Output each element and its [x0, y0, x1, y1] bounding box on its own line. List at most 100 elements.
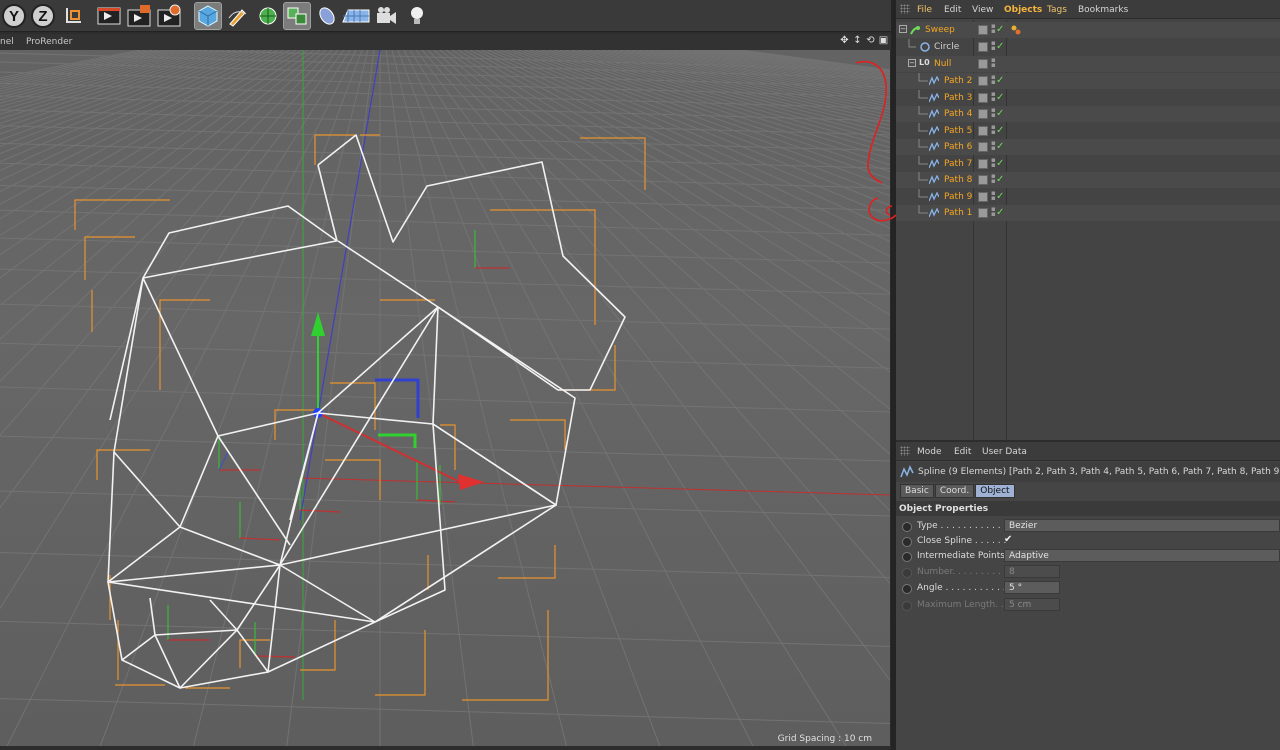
enabled-check-icon[interactable]: ✓: [996, 158, 1004, 169]
animate-radio[interactable]: [902, 584, 912, 594]
object-row-path[interactable]: Path 4 ▪ ▪ ✓: [896, 106, 1280, 122]
animate-radio[interactable]: [902, 522, 912, 532]
object-row-path[interactable]: Path 2 ▪ ▪ ✓: [896, 73, 1280, 89]
object-row-path[interactable]: Path 1 ▪ ▪ ✓: [896, 205, 1280, 221]
collapse-toggle-icon[interactable]: −: [899, 25, 907, 33]
coordinate-system-button[interactable]: [59, 2, 87, 30]
editor-render-dots[interactable]: ▪ ▪: [991, 57, 996, 70]
menu-tags[interactable]: Tags: [1047, 5, 1067, 15]
object-row-path[interactable]: Path 8 ▪ ▪ ✓: [896, 172, 1280, 188]
object-row-circle[interactable]: Circle ▪ ▪ ✓: [896, 39, 1280, 55]
object-row-sweep[interactable]: − Sweep ▪ ▪ ✓: [896, 22, 1280, 38]
editor-render-dots[interactable]: ▪ ▪: [991, 74, 996, 87]
enabled-check-icon[interactable]: ✓: [996, 41, 1004, 52]
visibility-toggle[interactable]: [978, 59, 988, 69]
object-row-null[interactable]: − L0 Null ▪ ▪: [896, 56, 1280, 72]
3d-viewport[interactable]: Grid Spacing : 10 cm: [0, 50, 891, 746]
editor-render-dots[interactable]: ▪ ▪: [991, 123, 996, 137]
menu-user-data[interactable]: User Data: [982, 447, 1027, 457]
menu-mode[interactable]: Mode: [917, 447, 942, 457]
pen-spline-button[interactable]: [224, 2, 252, 30]
phong-tag-icon[interactable]: [1011, 25, 1021, 35]
zoom-view-icon[interactable]: ↕: [852, 35, 863, 46]
enabled-check-icon[interactable]: ✓: [996, 75, 1004, 86]
number-input[interactable]: 8: [1004, 565, 1060, 578]
array-object-button[interactable]: [283, 2, 311, 30]
maximum-length-input[interactable]: 5 cm: [1004, 598, 1060, 611]
visibility-toggle[interactable]: [978, 92, 988, 103]
y-axis-toggle-button[interactable]: Y: [0, 2, 28, 30]
tab-basic[interactable]: Basic: [900, 484, 934, 498]
z-axis-toggle-button[interactable]: Z: [29, 2, 57, 30]
panel-grip-icon[interactable]: [900, 446, 910, 456]
angle-input[interactable]: 5 °: [1004, 581, 1060, 594]
enabled-check-icon[interactable]: ✓: [996, 207, 1004, 218]
visibility-toggle[interactable]: [978, 109, 988, 119]
enabled-check-icon[interactable]: ✓: [996, 92, 1004, 103]
menu-edit[interactable]: Edit: [954, 447, 971, 457]
object-row-path[interactable]: Path 6 ▪ ▪ ✓: [896, 139, 1280, 155]
visibility-toggle[interactable]: [978, 25, 988, 35]
tree-line: [918, 155, 928, 164]
deformer-button[interactable]: [313, 2, 341, 30]
type-dropdown[interactable]: Bezier: [1004, 519, 1280, 532]
animate-radio[interactable]: [902, 537, 912, 547]
enabled-check-icon[interactable]: ✓: [996, 125, 1004, 136]
render-to-picture-viewer-button[interactable]: [125, 2, 153, 30]
visibility-toggle[interactable]: [978, 158, 988, 169]
panel-grip-icon[interactable]: [900, 4, 910, 14]
toggle-view-icon[interactable]: ▣: [878, 35, 889, 46]
visibility-toggle[interactable]: [978, 42, 988, 52]
render-view-button[interactable]: [95, 2, 123, 30]
visibility-toggle[interactable]: [978, 191, 988, 202]
visibility-toggle[interactable]: [978, 175, 988, 185]
object-row-path[interactable]: Path 5 ▪ ▪ ✓: [896, 122, 1280, 139]
menu-edit[interactable]: Edit: [944, 5, 961, 15]
floor-environment-button[interactable]: [342, 2, 370, 30]
visibility-toggle[interactable]: [978, 208, 988, 218]
editor-render-dots[interactable]: ▪ ▪: [991, 206, 996, 219]
menu-bookmarks[interactable]: Bookmarks: [1078, 5, 1128, 15]
collapse-toggle-icon[interactable]: −: [908, 59, 916, 67]
camera-button[interactable]: [372, 2, 400, 30]
enabled-check-icon[interactable]: ✓: [996, 108, 1004, 119]
editor-render-dots[interactable]: ▪ ▪: [991, 40, 996, 53]
menu-file[interactable]: File: [917, 5, 932, 15]
rotate-view-icon[interactable]: ⟲: [865, 35, 876, 46]
editor-render-dots[interactable]: ▪ ▪: [991, 107, 996, 120]
object-row-path[interactable]: Path 7 ▪ ▪ ✓: [896, 155, 1280, 172]
viewport-menu-prorender[interactable]: ProRender: [26, 37, 72, 47]
tab-object[interactable]: Object: [975, 484, 1015, 498]
animate-radio[interactable]: [902, 568, 912, 578]
viewport-menu-panel[interactable]: nel: [0, 37, 14, 47]
enabled-check-icon[interactable]: ✓: [996, 141, 1004, 152]
animate-radio[interactable]: [902, 552, 912, 562]
visibility-toggle[interactable]: [978, 76, 988, 86]
enabled-check-icon[interactable]: ✓: [996, 24, 1004, 35]
object-row-path[interactable]: Path 9 ▪ ▪ ✓: [896, 188, 1280, 205]
tree-line: [918, 139, 928, 148]
editor-render-dots[interactable]: ▪ ▪: [991, 140, 996, 153]
editor-render-dots[interactable]: ▪ ▪: [991, 90, 996, 104]
light-button[interactable]: [403, 2, 431, 30]
tab-coord[interactable]: Coord.: [934, 484, 975, 498]
move-view-icon[interactable]: ✥: [839, 35, 850, 46]
editor-render-dots[interactable]: ▪ ▪: [991, 156, 996, 170]
enabled-check-icon[interactable]: ✓: [996, 191, 1004, 202]
enabled-check-icon[interactable]: ✓: [996, 174, 1004, 185]
editor-render-dots[interactable]: ▪ ▪: [991, 173, 996, 186]
intermediate-points-dropdown[interactable]: Adaptive: [1004, 549, 1280, 562]
editor-render-dots[interactable]: ▪ ▪: [991, 189, 996, 203]
object-tree[interactable]: − Sweep ▪ ▪ ✓ Circle ▪ ▪ ✓ − L0 Null ▪ ▪…: [896, 20, 1280, 440]
menu-view[interactable]: View: [972, 5, 993, 15]
menu-objects[interactable]: Objects: [1004, 5, 1042, 15]
animate-radio[interactable]: [902, 601, 912, 611]
visibility-toggle[interactable]: [978, 125, 988, 136]
editor-render-dots[interactable]: ▪ ▪: [991, 23, 996, 36]
visibility-toggle[interactable]: [978, 142, 988, 152]
render-settings-button[interactable]: [155, 2, 183, 30]
close-spline-checkbox[interactable]: ✔: [1004, 534, 1016, 546]
object-row-path[interactable]: Path 3 ▪ ▪ ✓: [896, 89, 1280, 106]
cube-object-button[interactable]: [194, 2, 222, 30]
subdivision-surface-button[interactable]: [254, 2, 282, 30]
